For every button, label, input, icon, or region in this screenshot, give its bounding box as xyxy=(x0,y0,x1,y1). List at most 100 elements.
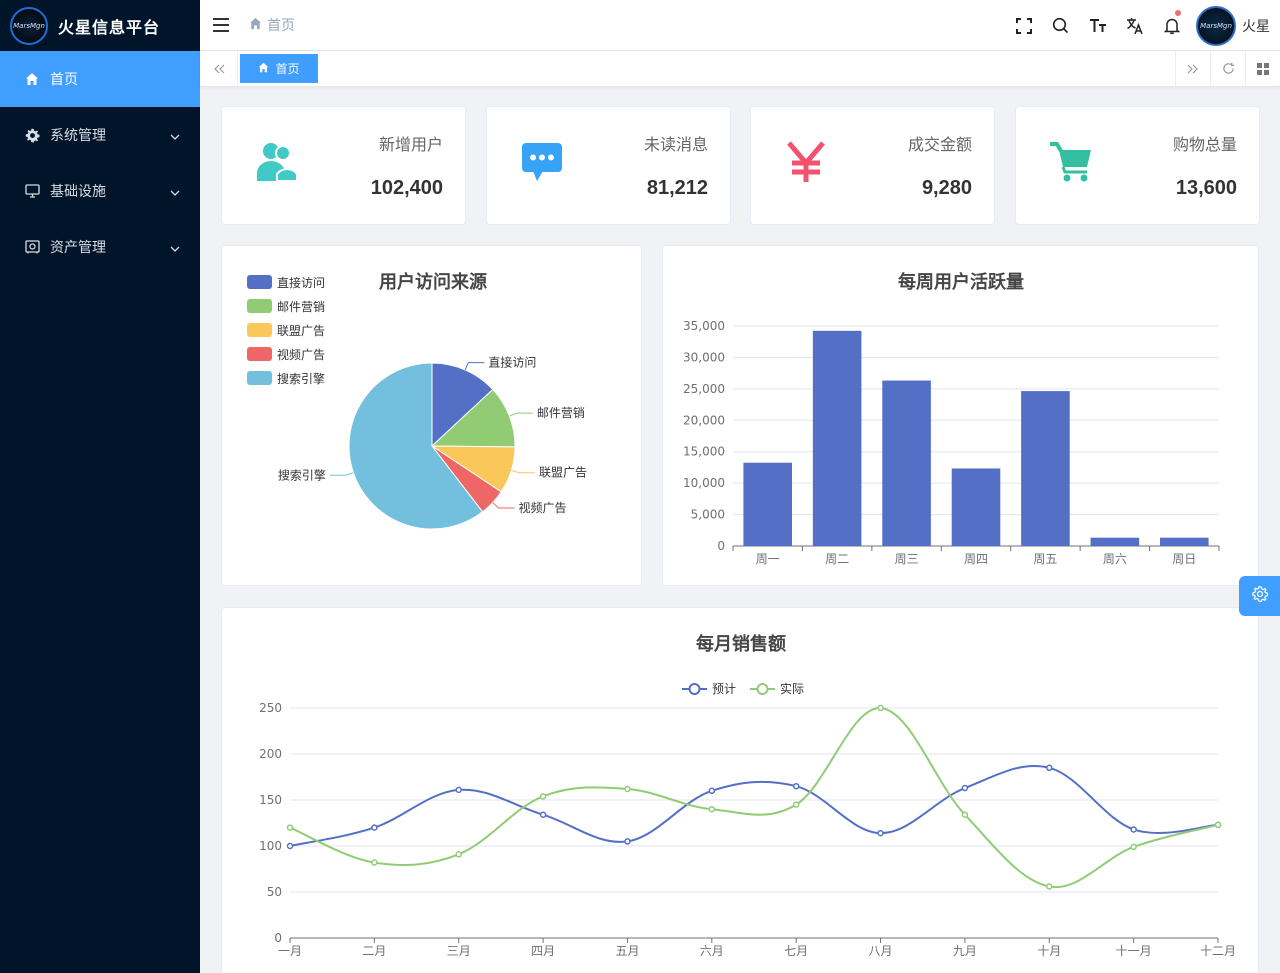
pie-label-line xyxy=(511,469,535,474)
data-point[interactable] xyxy=(286,842,294,850)
x-tick-label: 八月 xyxy=(869,944,893,958)
y-tick-label: 20,000 xyxy=(683,413,725,427)
users-icon xyxy=(252,137,302,187)
data-point[interactable] xyxy=(371,824,378,831)
data-point[interactable] xyxy=(1130,826,1137,833)
bar[interactable] xyxy=(812,330,862,546)
bell-icon[interactable] xyxy=(1153,0,1190,51)
bar[interactable] xyxy=(951,468,1001,546)
search-icon[interactable] xyxy=(1042,0,1079,51)
stat-card-cart-total[interactable]: 购物总量 13,600 xyxy=(1015,106,1260,225)
user-name[interactable]: 火星 xyxy=(1242,16,1270,36)
bar[interactable] xyxy=(1090,537,1140,546)
data-point[interactable] xyxy=(286,824,294,831)
brand[interactable]: MarsMgn 火星信息平台 xyxy=(0,0,200,51)
gear-icon xyxy=(1251,586,1268,606)
data-point[interactable] xyxy=(708,805,716,813)
yen-icon xyxy=(781,137,831,187)
data-point[interactable] xyxy=(455,851,462,858)
pie-label-line xyxy=(329,472,354,476)
monitor-icon xyxy=(24,183,40,199)
legend-marker[interactable] xyxy=(688,683,701,695)
x-tick-label: 十月 xyxy=(1037,944,1061,958)
y-tick-label: 0 xyxy=(717,539,725,553)
y-tick-label: 35,000 xyxy=(683,319,725,333)
sidebar-item-home[interactable]: 首页 xyxy=(0,51,200,107)
breadcrumb-item[interactable]: 首页 xyxy=(267,15,295,35)
gear-icon xyxy=(24,127,40,143)
data-point[interactable] xyxy=(1046,883,1053,890)
sidebar-item-assets[interactable]: 资产管理 xyxy=(0,219,200,275)
stat-value: 13,600 xyxy=(1175,177,1237,199)
bar[interactable] xyxy=(882,380,931,546)
data-point[interactable] xyxy=(455,786,462,794)
stat-label: 购物总量 xyxy=(1172,135,1237,154)
stat-card-new-users[interactable]: 新增用户 102,400 xyxy=(221,106,466,225)
x-tick-label: 六月 xyxy=(700,944,724,958)
line-chart-card: 每月销售额 0 50 100 150 200 250 一月 二月 三月 四月 五月 六月 七月 八月 九月十… xyxy=(221,607,1259,973)
sidebar-item-label: 首页 xyxy=(50,72,78,88)
y-tick-label: 0 xyxy=(274,931,282,945)
font-size-icon[interactable] xyxy=(1079,0,1116,51)
cart-icon xyxy=(1046,137,1096,187)
data-point[interactable] xyxy=(1046,764,1053,772)
data-point[interactable] xyxy=(961,784,969,792)
data-point[interactable] xyxy=(708,787,716,795)
scroll-left-icon[interactable] xyxy=(200,51,238,86)
asset-icon xyxy=(24,239,40,255)
data-point[interactable] xyxy=(792,782,800,790)
sidebar-item-infrastructure[interactable]: 基础设施 xyxy=(0,163,200,219)
tags-view: 首页 xyxy=(200,51,1280,87)
sidebar-item-system[interactable]: 系统管理 xyxy=(0,107,200,163)
bar[interactable] xyxy=(1021,391,1070,546)
bar[interactable] xyxy=(743,462,793,546)
data-point[interactable] xyxy=(792,801,800,808)
stat-card-revenue[interactable]: 成交金额 9,280 xyxy=(750,106,995,225)
avatar[interactable]: MarsMgn xyxy=(1196,5,1236,46)
stat-label: 未读消息 xyxy=(643,135,708,154)
stat-card-unread-messages[interactable]: 未读消息 81,212 xyxy=(486,106,731,225)
tag-home[interactable]: 首页 xyxy=(240,54,318,83)
bar[interactable] xyxy=(1159,537,1209,546)
fullscreen-icon[interactable] xyxy=(1005,0,1042,51)
logo: MarsMgn xyxy=(10,6,48,45)
data-point[interactable] xyxy=(1214,821,1222,829)
data-point[interactable] xyxy=(1130,843,1137,851)
series-line[interactable] xyxy=(289,706,1219,889)
data-point[interactable] xyxy=(371,859,378,866)
data-point[interactable] xyxy=(877,829,884,837)
hamburger-icon[interactable] xyxy=(213,18,229,32)
pie-chart: 直接访问邮件营销联盟广告视频广告 搜索引擎 xyxy=(278,355,587,530)
bar-chart-card: 每周用户活跃量 0 5,000 10,000 15,000 20,000 25,000 30… xyxy=(662,245,1259,586)
x-tick-label: 十一月 xyxy=(1116,944,1152,958)
pie-label: 联盟广告 xyxy=(539,466,587,480)
sidebar-item-label: 资产管理 xyxy=(50,240,106,256)
data-point[interactable] xyxy=(539,793,547,800)
grid-menu-icon[interactable] xyxy=(1245,51,1280,86)
y-tick-label: 25,000 xyxy=(683,382,725,396)
series-line[interactable] xyxy=(289,765,1219,847)
breadcrumb: 首页 xyxy=(249,15,295,35)
settings-fab[interactable] xyxy=(1239,576,1280,616)
data-point[interactable] xyxy=(877,704,884,712)
pie-label: 视频广告 xyxy=(519,500,567,515)
y-tick-label: 5,000 xyxy=(691,508,725,522)
data-point[interactable] xyxy=(624,838,631,845)
chevron-down-icon xyxy=(170,128,180,144)
refresh-icon[interactable] xyxy=(1210,51,1245,86)
scroll-right-icon[interactable] xyxy=(1175,51,1210,86)
data-point[interactable] xyxy=(539,811,547,818)
pie-label-line xyxy=(464,362,485,371)
legend-label: 预计 xyxy=(712,682,736,696)
app-title: 火星信息平台 xyxy=(58,17,161,37)
bar-chart: 0 5,000 10,000 15,000 20,000 25,000 30,000 35,0… xyxy=(683,319,1220,566)
legend-label: 实际 xyxy=(780,681,804,696)
translate-icon[interactable] xyxy=(1116,0,1153,51)
x-tick-label: 周一 xyxy=(756,552,780,566)
home-icon xyxy=(258,62,269,76)
data-point[interactable] xyxy=(624,785,631,793)
data-point[interactable] xyxy=(961,811,969,818)
y-tick-label: 10,000 xyxy=(683,476,725,490)
legend-marker[interactable] xyxy=(756,683,769,695)
home-icon xyxy=(24,71,40,87)
